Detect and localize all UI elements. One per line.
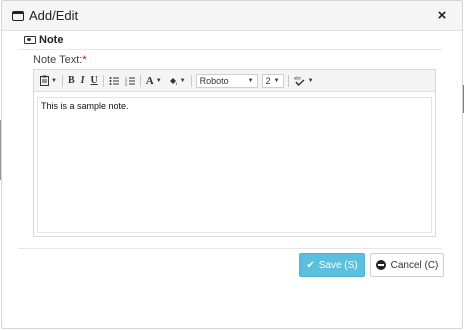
ordered-list-icon: 1 2 3	[125, 76, 135, 86]
font-color-icon: A	[145, 74, 154, 87]
svg-text:abc: abc	[294, 76, 302, 81]
chevron-down-icon: ▼	[247, 77, 254, 84]
toolbar-separator	[139, 74, 141, 87]
spellcheck-button[interactable]: abc ▼	[291, 73, 317, 89]
dialog-title: Add/Edit	[29, 8, 79, 23]
cancel-button[interactable]: Cancel (C)	[370, 253, 444, 277]
toolbar-separator	[190, 74, 192, 87]
window-icon	[12, 10, 24, 21]
editor-toolbar: ▼ B I U 1 2 3 A ▼ ▼ Roboto ▼ 2 ▼ abc ▼	[34, 70, 435, 92]
ordered-list-button[interactable]: 1 2 3	[122, 73, 138, 89]
underline-button[interactable]: U	[88, 73, 101, 89]
bold-button[interactable]: B	[65, 73, 78, 89]
section-label: Note	[39, 34, 64, 46]
note-icon	[24, 36, 36, 44]
chevron-down-icon: ▼	[51, 77, 57, 84]
note-section-heading: Note	[24, 34, 63, 46]
chevron-down-icon: ▼	[307, 77, 314, 84]
chevron-down-icon: ▼	[179, 77, 186, 84]
background-color-button[interactable]: ▼	[165, 73, 189, 89]
section-divider	[18, 49, 442, 50]
italic-button[interactable]: I	[78, 73, 88, 89]
background-color-icon	[169, 77, 177, 85]
required-marker: *	[82, 54, 87, 66]
chevron-down-icon: ▼	[155, 77, 162, 84]
note-text-label-text: Note Text:	[33, 54, 83, 66]
save-button-label: Save (S)	[318, 259, 358, 271]
footer-divider	[18, 248, 442, 249]
save-button[interactable]: ✔ Save (S)	[299, 253, 365, 277]
font-color-button[interactable]: A ▼	[143, 73, 165, 89]
font-size-value: 2	[265, 75, 271, 86]
svg-text:3: 3	[125, 82, 127, 85]
toolbar-separator	[61, 74, 63, 87]
paste-icon	[40, 75, 49, 86]
check-icon: ✔	[306, 259, 315, 271]
font-name-select[interactable]: Roboto ▼	[195, 73, 258, 88]
unordered-list-button[interactable]	[106, 73, 122, 89]
chevron-down-icon: ▼	[273, 77, 280, 84]
font-name-value: Roboto	[199, 75, 229, 86]
cancel-button-label: Cancel (C)	[390, 259, 439, 271]
dialog-header: Add/Edit ×	[2, 1, 462, 31]
minus-circle-icon	[375, 260, 386, 270]
unordered-list-icon	[109, 76, 119, 85]
note-text-label: Note Text:*	[33, 54, 87, 66]
rich-text-editor: ▼ B I U 1 2 3 A ▼ ▼ Roboto ▼ 2 ▼ abc ▼ T…	[33, 69, 436, 237]
toolbar-separator	[287, 74, 289, 87]
paste-button[interactable]: ▼	[37, 73, 60, 89]
close-icon[interactable]: ×	[432, 7, 452, 24]
font-size-select[interactable]: 2 ▼	[261, 73, 284, 88]
spellcheck-icon: abc	[294, 76, 305, 86]
note-text-area[interactable]: This is a sample note.	[37, 97, 432, 233]
toolbar-separator	[102, 74, 104, 87]
